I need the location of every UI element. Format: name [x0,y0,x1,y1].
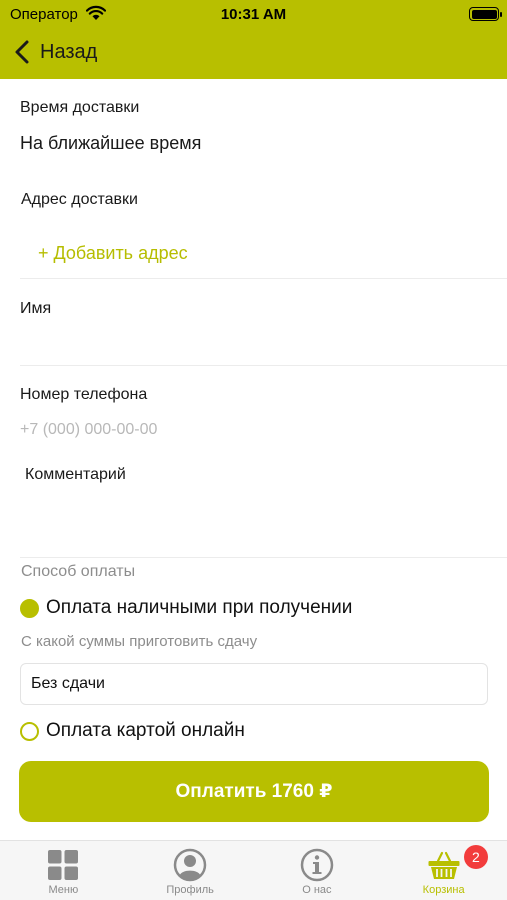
basket-icon [428,851,460,879]
tab-cart[interactable]: 2 Корзина [380,841,507,900]
back-button[interactable]: Назад [12,37,97,67]
phone-field[interactable]: +7 (000) 000-00-00 [20,421,157,439]
card-payment-label: Оплата картой онлайн [46,720,245,741]
delivery-time-value[interactable]: На ближайшее время [20,133,201,154]
tab-label: Корзина [422,884,465,896]
info-icon [300,848,334,882]
add-address-link[interactable]: + Добавить адрес [38,243,188,264]
tab-menu[interactable]: Меню [0,841,127,900]
clock-label: 10:31 AM [220,6,287,23]
delivery-address-label: Адрес доставки [21,191,138,208]
divider [20,365,507,366]
divider [20,278,507,279]
radio-unchecked-icon [20,721,39,741]
tab-label: Профиль [166,884,214,896]
tab-bar: Меню Профиль О нас 2 Корзина [0,840,507,900]
comment-label: Комментарий [25,466,126,483]
pay-button[interactable]: Оплатить 1760 ₽ [19,761,489,822]
card-payment-option[interactable]: Оплата картой онлайн [20,720,245,742]
divider [20,557,507,558]
tab-label: О нас [302,884,332,896]
header-bar: Оператор 10:31 AM Назад [0,0,507,79]
tab-about[interactable]: О нас [254,841,381,900]
radio-checked-icon [20,598,39,618]
name-field[interactable] [20,326,487,364]
delivery-time-label: Время доставки [20,99,140,116]
phone-label: Номер телефона [20,386,148,403]
cash-payment-option[interactable]: Оплата наличными при получении [20,597,352,619]
cart-count-badge: 2 [463,845,488,869]
battery-icon [469,7,502,21]
grid-icon [48,850,79,880]
tab-profile[interactable]: Профиль [127,841,254,900]
cash-payment-label: Оплата наличными при получении [46,597,353,618]
payment-method-label: Способ оплаты [21,563,136,580]
profile-icon [173,848,207,882]
name-label: Имя [20,300,52,317]
chevron-left-icon [15,40,29,64]
status-bar: Оператор 10:31 AM [0,0,507,28]
back-label: Назад [40,40,98,63]
change-amount-field[interactable]: Без сдачи [20,663,488,705]
tab-label: Меню [48,884,79,896]
comment-field[interactable] [20,494,487,554]
change-amount-label: С какой суммы приготовить сдачу [21,633,258,650]
